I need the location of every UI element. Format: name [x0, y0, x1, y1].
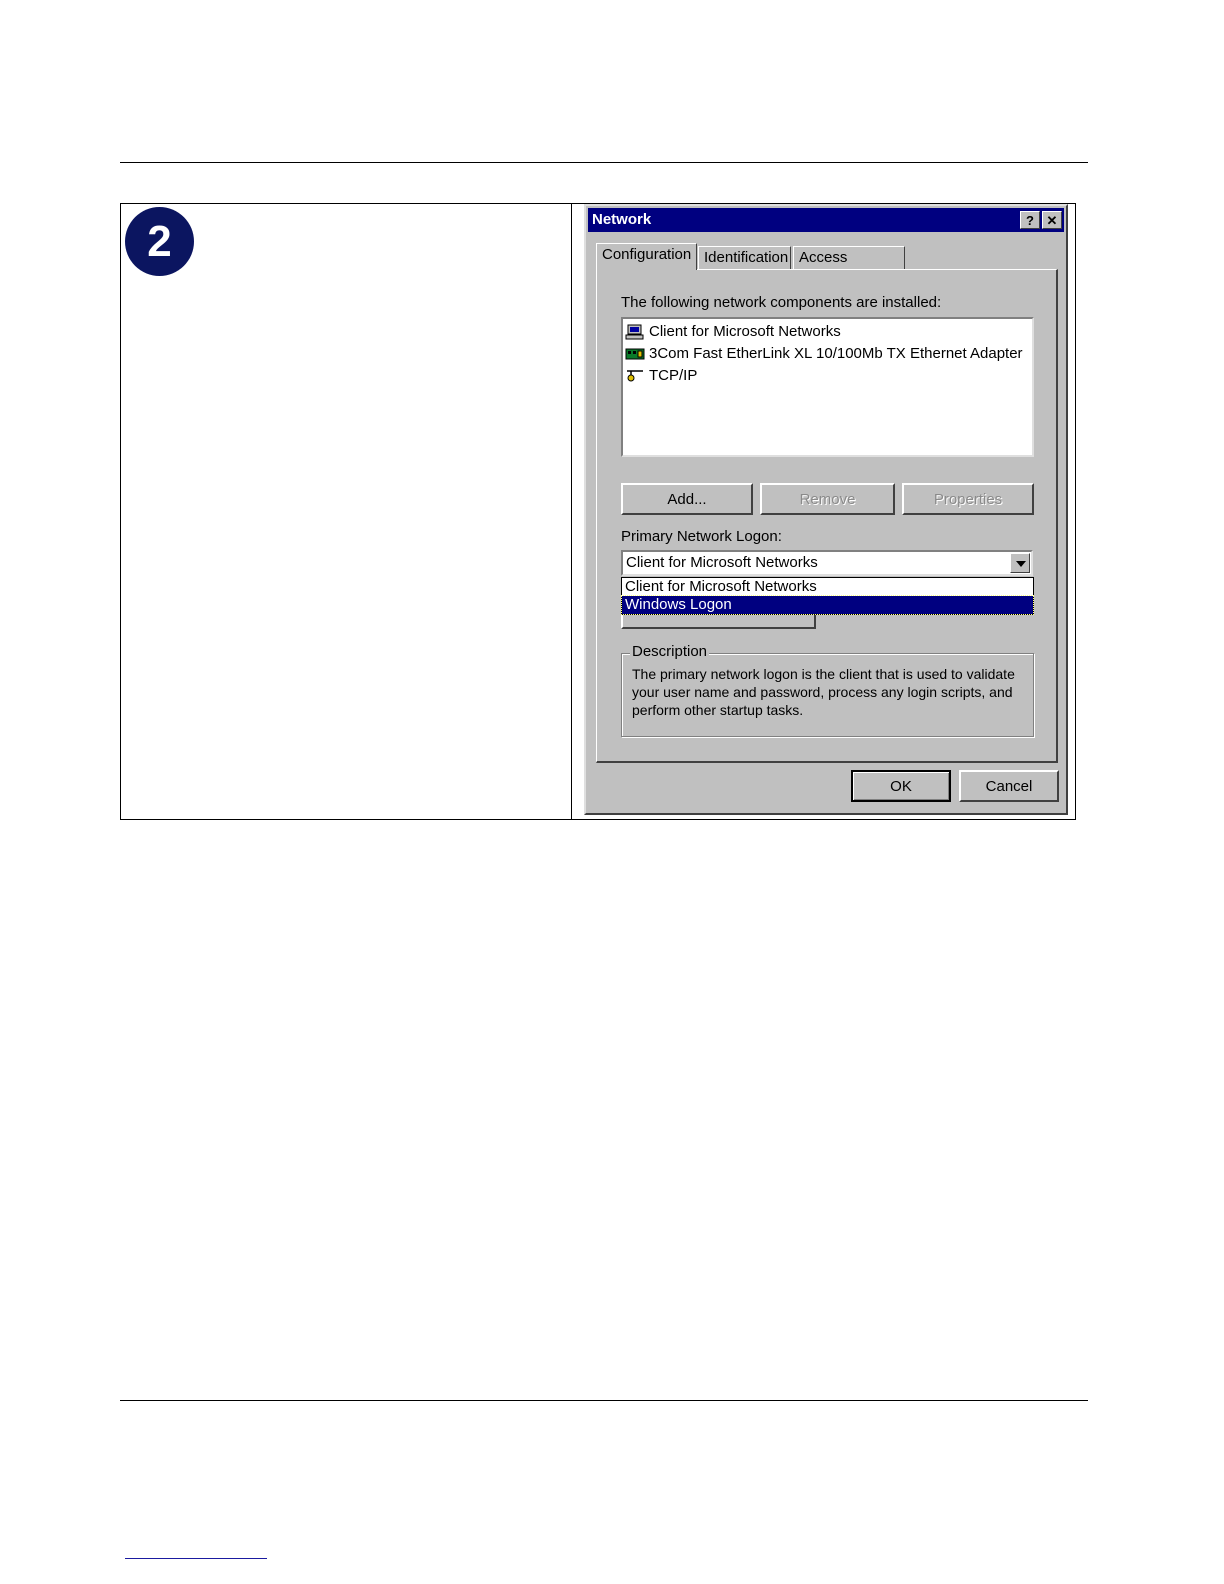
dropdown-option-selected[interactable]: Windows Logon [621, 595, 1034, 615]
list-item[interactable]: TCP/IP [625, 365, 697, 386]
step-number-badge: 2 [125, 207, 194, 276]
primary-logon-select[interactable]: Client for Microsoft Networks [621, 550, 1033, 576]
remove-button[interactable]: Remove [760, 483, 895, 515]
tab-configuration[interactable]: Configuration [596, 243, 697, 270]
list-item-label: 3Com Fast EtherLink XL 10/100Mb TX Ether… [649, 345, 1023, 362]
list-item[interactable]: 3Com Fast EtherLink XL 10/100Mb TX Ether… [625, 343, 1023, 364]
list-item[interactable]: Client for Microsoft Networks [625, 321, 841, 342]
dropdown-option[interactable]: Client for Microsoft Networks [622, 578, 1033, 596]
primary-logon-dropdown[interactable]: Client for Microsoft Networks Windows Lo… [621, 577, 1034, 615]
cancel-button[interactable]: Cancel [959, 770, 1059, 802]
network-adapter-icon [625, 348, 645, 360]
list-item-label: TCP/IP [649, 367, 698, 384]
network-client-icon [625, 324, 644, 340]
properties-button[interactable]: Properties [902, 483, 1034, 515]
primary-logon-label: Primary Network Logon: [621, 528, 782, 545]
header-rule [120, 162, 1088, 163]
description-title: Description [630, 643, 710, 660]
add-button[interactable]: Add... [621, 483, 753, 515]
protocol-icon [627, 370, 643, 382]
step-frame-divider [571, 203, 572, 820]
primary-logon-value: Client for Microsoft Networks [626, 554, 818, 571]
components-list[interactable]: Client for Microsoft Networks 3Com Fast … [621, 317, 1034, 457]
footer-link-underline [125, 1558, 267, 1559]
network-dialog: Network ? ✕ Configuration Identification… [584, 204, 1068, 815]
dialog-title: Network [592, 211, 652, 228]
ok-button[interactable]: OK [851, 770, 951, 802]
close-button[interactable]: ✕ [1042, 211, 1062, 229]
dialog-titlebar[interactable]: Network ? ✕ [588, 208, 1064, 232]
list-item-label: Client for Microsoft Networks [649, 323, 841, 340]
chevron-down-icon[interactable] [1010, 553, 1030, 573]
description-group: Description The primary network logon is… [621, 643, 1034, 737]
tab-identification[interactable]: Identification [698, 246, 791, 270]
description-text: The primary network logon is the client … [632, 666, 1015, 718]
footer-rule [120, 1400, 1088, 1401]
tab-access-control[interactable]: Access Control [793, 246, 905, 288]
components-label: The following network components are ins… [621, 294, 942, 311]
help-button[interactable]: ? [1020, 211, 1040, 229]
